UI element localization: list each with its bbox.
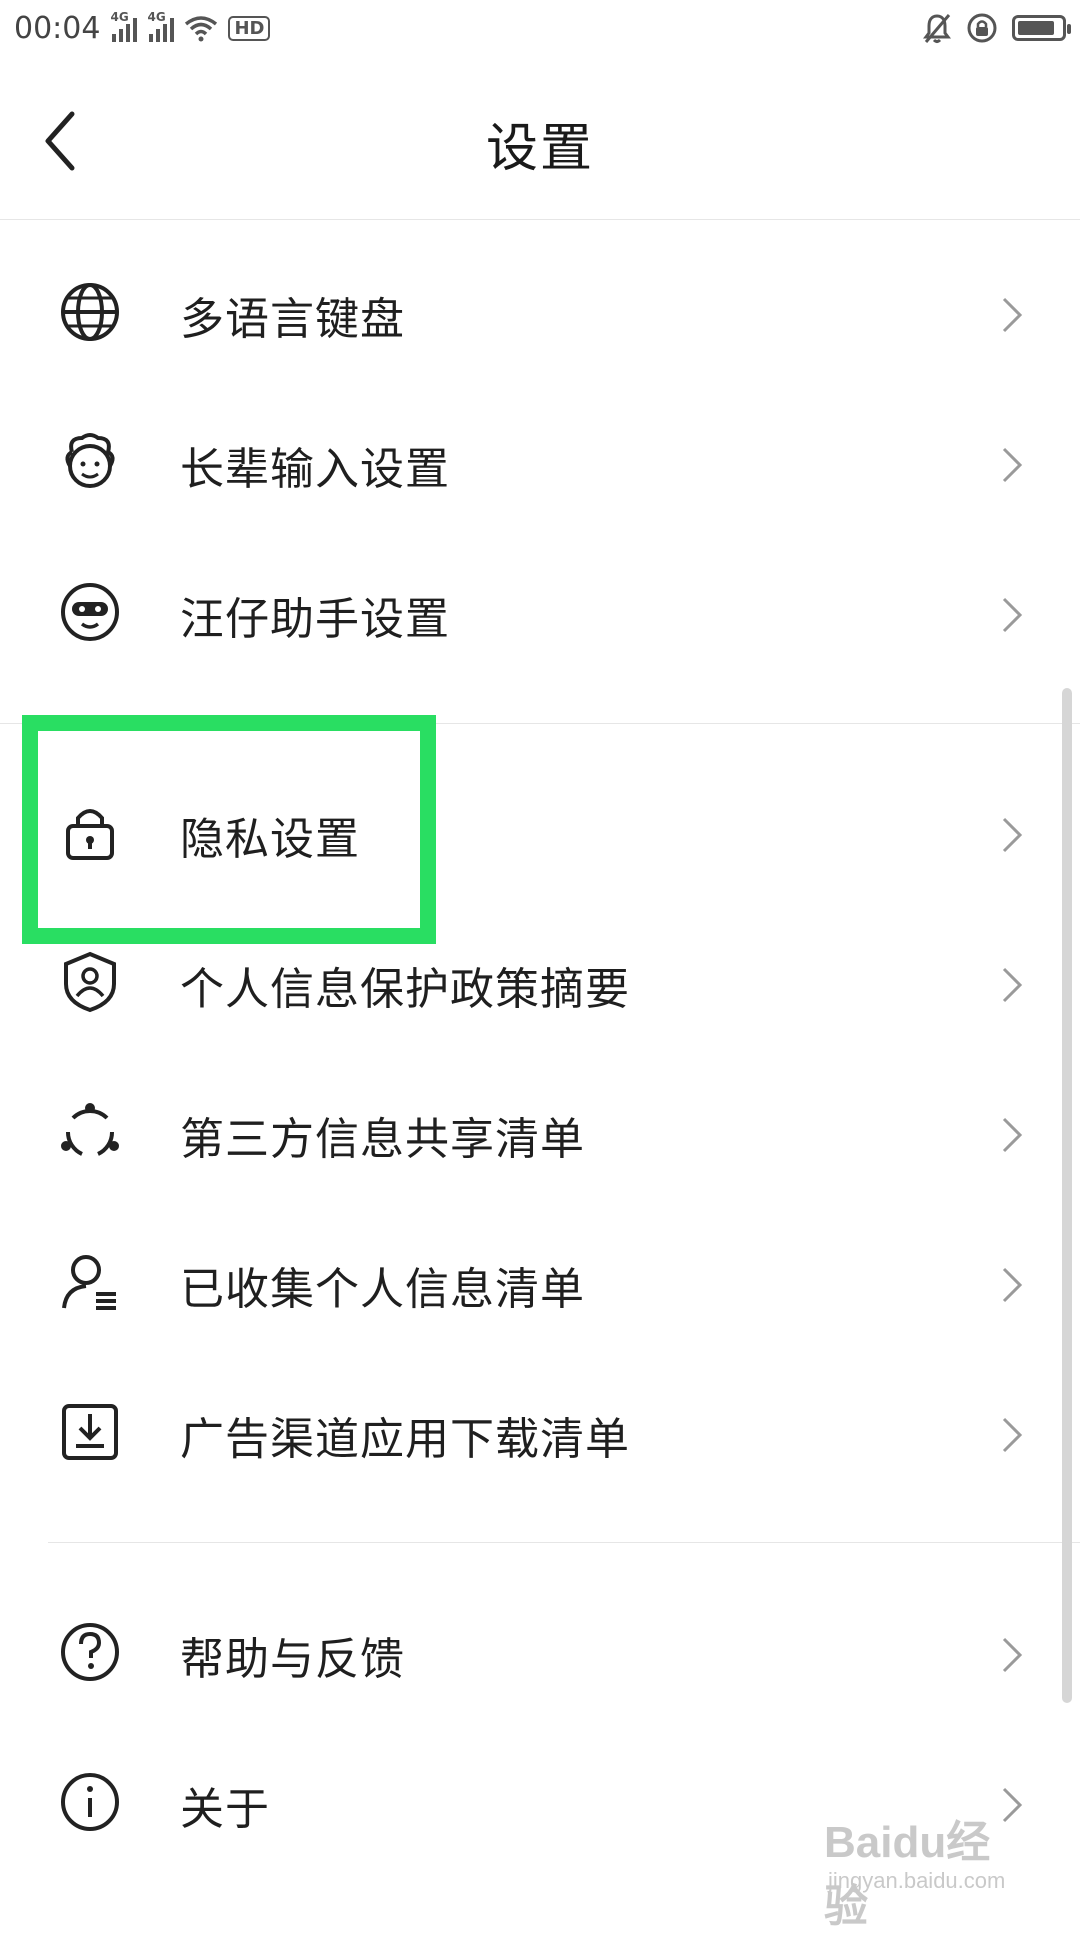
watermark-url: jingyan.baidu.com [828,1868,1006,1893]
chevron-right-icon [1002,817,1023,853]
battery-icon [1012,15,1071,41]
assistant-face-icon [61,583,119,641]
signal-icon: 4G [110,10,138,42]
chevron-right-icon [1002,447,1023,483]
info-circle-icon [61,1773,119,1831]
chevron-right-icon [1002,1637,1023,1673]
section-divider [48,1542,1080,1543]
setting-item-collected-info-list[interactable]: 已收集个人信息清单 [0,1205,1080,1355]
chevron-right-icon [1002,967,1023,1003]
setting-item-label: 已收集个人信息清单 [180,1264,585,1315]
signal-icon-2: 4G [147,10,175,42]
app-header: 设置 [0,56,1080,220]
setting-item-label: 长辈输入设置 [180,444,450,495]
chevron-right-icon [1002,297,1023,333]
hd-badge: HD [228,15,271,41]
watermark: Baidu经验 jingyan.baidu.com [824,1806,1030,1931]
setting-item-label: 个人信息保护政策摘要 [180,964,630,1015]
chevron-right-icon [1002,597,1023,633]
help-circle-icon [61,1623,119,1681]
highlight-box [22,715,436,944]
setting-item-help-feedback[interactable]: 帮助与反馈 [0,1575,1080,1725]
status-time: 00:04 [14,10,101,46]
battery-fill [1018,21,1054,35]
status-bar-left: 00:04 4G 4G HD [14,10,271,46]
elder-face-icon [65,433,115,488]
setting-item-ad-app-downloads[interactable]: 广告渠道应用下载清单 [0,1355,1080,1505]
setting-item-label: 关于 [180,1784,270,1835]
bell-muted-icon [923,14,951,43]
rotation-lock-icon [967,13,997,43]
globe-icon [61,283,119,341]
setting-item-label: 多语言键盘 [180,294,405,345]
chevron-right-icon [1002,1417,1023,1453]
setting-item-label: 汪仔助手设置 [180,594,450,645]
network-type-2: 4G [147,10,166,24]
network-type-1: 4G [110,10,129,24]
scrollbar[interactable] [1062,688,1072,1703]
wifi-icon [185,16,218,42]
status-bar: 00:04 4G 4G HD [0,0,1080,56]
chevron-right-icon [1002,1267,1023,1303]
download-box-icon [62,1404,118,1460]
setting-item-assistant[interactable]: 汪仔助手设置 [0,535,1080,685]
setting-item-label: 广告渠道应用下载清单 [180,1414,630,1465]
setting-item-elder-input[interactable]: 长辈输入设置 [0,385,1080,535]
page-title: 设置 [485,119,594,179]
shield-user-icon [64,951,116,1013]
share-circle-icon [61,1103,119,1156]
setting-item-label: 第三方信息共享清单 [180,1114,585,1165]
user-list-icon [62,1255,116,1310]
chevron-right-icon [1002,1117,1023,1153]
status-bar-right [922,12,1071,44]
setting-item-multilingual-keyboard[interactable]: 多语言键盘 [0,235,1080,385]
setting-item-label: 帮助与反馈 [180,1634,405,1685]
setting-item-third-party-sharing[interactable]: 第三方信息共享清单 [0,1055,1080,1205]
